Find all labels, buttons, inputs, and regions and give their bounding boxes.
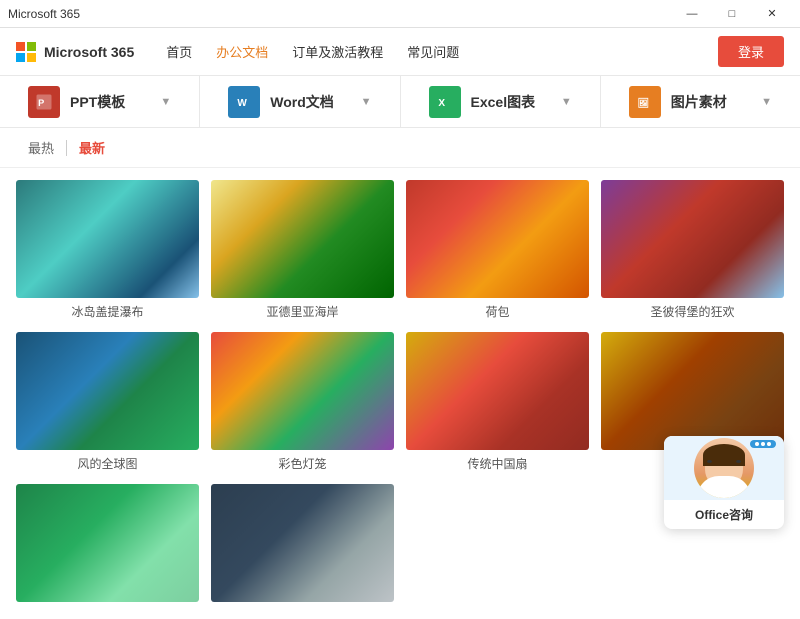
- image-thumb: [16, 180, 199, 298]
- ppt-icon: P: [28, 86, 60, 118]
- cat-word[interactable]: W Word文档 ▼: [200, 76, 400, 127]
- image-caption: 传统中国扇: [406, 455, 589, 472]
- filter-new[interactable]: 最新: [67, 128, 117, 167]
- image-caption: 荷包: [406, 303, 589, 320]
- cat-ppt[interactable]: P PPT模板 ▼: [0, 76, 200, 127]
- minimize-button[interactable]: —: [672, 0, 712, 28]
- image-thumb: [16, 484, 199, 602]
- logo-text: Microsoft 365: [44, 44, 134, 60]
- login-button[interactable]: 登录: [718, 36, 784, 67]
- image-thumb: [406, 332, 589, 450]
- image-caption: 冰岛盖提瀑布: [16, 303, 199, 320]
- list-item[interactable]: 圣彼得堡的狂欢: [601, 180, 784, 320]
- image-caption: 圣彼得堡的狂欢: [601, 303, 784, 320]
- cat-excel[interactable]: X Excel图表 ▼: [401, 76, 601, 127]
- image-thumb: [211, 180, 394, 298]
- cat-img-label: 图片素材: [671, 92, 727, 112]
- image-caption: 彩色灯笼: [211, 455, 394, 472]
- image-thumb: [16, 332, 199, 450]
- svg-text:🖼: 🖼: [637, 97, 649, 108]
- maximize-button[interactable]: □: [712, 0, 752, 28]
- nav-faq[interactable]: 常见问题: [407, 42, 459, 61]
- filter-bar: 最热 最新: [0, 128, 800, 168]
- nav-links: 首页 办公文档 订单及激活教程 常见问题: [166, 42, 718, 61]
- window-title: Microsoft 365: [8, 7, 80, 21]
- nav-home[interactable]: 首页: [166, 42, 192, 61]
- svg-text:W: W: [238, 98, 248, 109]
- image-caption: 风的全球图: [16, 455, 199, 472]
- svg-text:X: X: [438, 98, 445, 109]
- image-thumb: [211, 484, 394, 602]
- list-item[interactable]: 亚德里亚海岸: [211, 180, 394, 320]
- svg-text:P: P: [38, 98, 44, 108]
- excel-arrow-icon: ▼: [561, 96, 572, 108]
- ppt-arrow-icon: ▼: [160, 96, 171, 108]
- image-grid: 冰岛盖提瀑布 亚德里亚海岸 荷包 圣彼得堡的狂欢 风的全球图 彩色灯笼 传统中国…: [0, 168, 800, 619]
- img-arrow-icon: ▼: [761, 96, 772, 108]
- list-item[interactable]: 彩色灯笼: [211, 332, 394, 472]
- excel-icon: X: [429, 86, 461, 118]
- cat-img[interactable]: 🖼 图片素材 ▼: [601, 76, 800, 127]
- category-bar: P PPT模板 ▼ W Word文档 ▼ X Excel图表 ▼ 🖼 图片素材 …: [0, 76, 800, 128]
- logo-icon: [16, 42, 36, 62]
- chat-label: Office咨询: [664, 500, 784, 529]
- filter-hot[interactable]: 最热: [16, 128, 66, 167]
- logo: Microsoft 365: [16, 42, 134, 62]
- cat-ppt-label: PPT模板: [70, 92, 125, 112]
- cat-excel-label: Excel图表: [471, 92, 536, 112]
- img-icon: 🖼: [629, 86, 661, 118]
- nav-office[interactable]: 办公文档: [216, 42, 268, 61]
- image-thumb: [211, 332, 394, 450]
- image-thumb: [601, 180, 784, 298]
- chat-widget[interactable]: Office咨询: [664, 436, 784, 529]
- list-item[interactable]: [16, 484, 199, 607]
- list-item[interactable]: [211, 484, 394, 607]
- chat-bubble-icon: [750, 440, 776, 448]
- image-thumb: [406, 180, 589, 298]
- close-button[interactable]: ✕: [752, 0, 792, 28]
- image-thumb: [601, 332, 784, 450]
- word-arrow-icon: ▼: [361, 96, 372, 108]
- word-icon: W: [228, 86, 260, 118]
- list-item[interactable]: 传统中国扇: [406, 332, 589, 472]
- chat-avatar-area: [664, 436, 784, 500]
- nav-order[interactable]: 订单及激活教程: [292, 42, 383, 61]
- list-item[interactable]: 荷包: [406, 180, 589, 320]
- list-item[interactable]: 风的全球图: [16, 332, 199, 472]
- image-caption: 亚德里亚海岸: [211, 303, 394, 320]
- list-item[interactable]: 冰岛盖提瀑布: [16, 180, 199, 320]
- cat-word-label: Word文档: [270, 92, 334, 112]
